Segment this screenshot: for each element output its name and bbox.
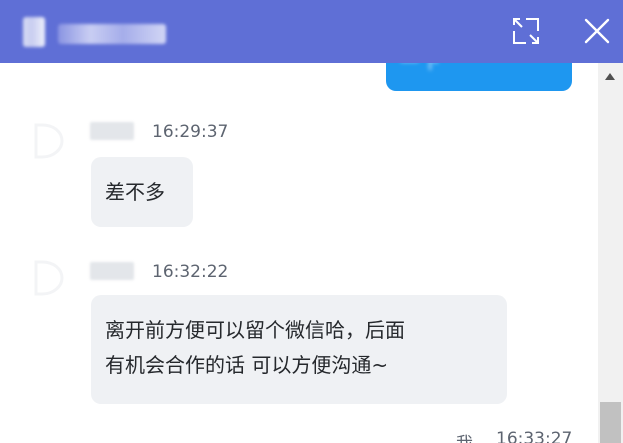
contact-avatar[interactable] xyxy=(30,258,66,298)
incoming-message-bubble: 离开前方便可以留个微信哈，后面 有机会合作的话 可以方便沟通~ xyxy=(91,295,507,404)
contact-avatar[interactable] xyxy=(30,121,66,161)
chat-window: 一下 16:29:37 差不多 16:32:22 离开前方便可以留个微信哈，后面… xyxy=(0,0,623,443)
maximize-icon xyxy=(513,18,539,44)
title-bar xyxy=(0,0,623,63)
message-timestamp: 16:29:37 xyxy=(152,122,229,142)
close-icon xyxy=(584,18,610,44)
sender-name-blurred xyxy=(90,122,134,140)
outgoing-message-bubble: 一下 xyxy=(386,63,572,91)
message-timestamp: 16:32:22 xyxy=(152,262,229,282)
vertical-scrollbar[interactable] xyxy=(598,63,623,443)
message-list[interactable]: 一下 16:29:37 差不多 16:32:22 离开前方便可以留个微信哈，后面… xyxy=(0,63,598,443)
outgoing-message-text: 一下 xyxy=(400,63,442,74)
incoming-message-text-line: 离开前方便可以留个微信哈，后面 xyxy=(105,318,405,342)
sender-name-blurred xyxy=(90,262,134,280)
close-button[interactable] xyxy=(581,15,613,47)
contact-avatar-blurred xyxy=(23,17,45,47)
scroll-up-arrow-icon[interactable] xyxy=(605,73,615,80)
incoming-message-bubble: 差不多 xyxy=(91,157,193,227)
incoming-message-text: 差不多 xyxy=(105,180,165,204)
maximize-button[interactable] xyxy=(510,15,542,47)
contact-name-blurred xyxy=(58,24,166,44)
scrollbar-thumb[interactable] xyxy=(600,402,621,443)
message-timestamp: 16:33:27 xyxy=(496,429,573,443)
incoming-message-text-line: 有机会合作的话 可以方便沟通~ xyxy=(105,353,389,377)
avatar-placeholder-icon xyxy=(34,123,64,159)
outgoing-sender-label: 我 xyxy=(456,429,473,443)
avatar-placeholder-icon xyxy=(34,260,64,296)
